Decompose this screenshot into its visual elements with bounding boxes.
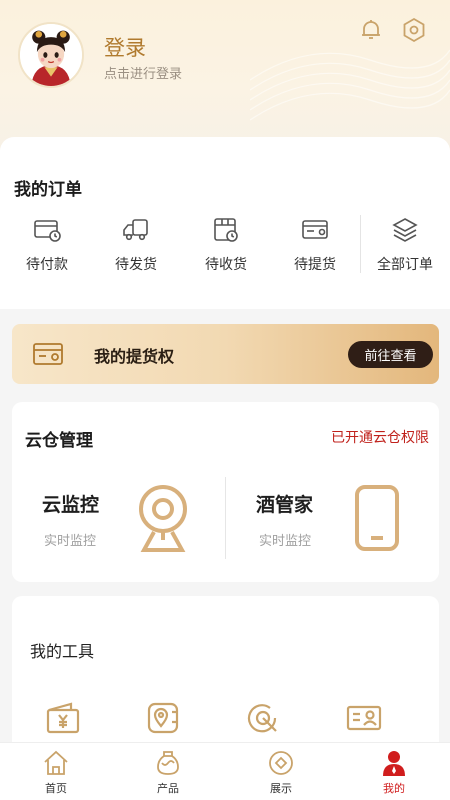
wine-keeper-name[interactable]: 酒管家 xyxy=(256,490,313,517)
cloud-divider xyxy=(225,477,226,559)
id-card-icon[interactable] xyxy=(346,700,382,736)
box-clock-icon xyxy=(214,218,238,242)
wallet-yen-icon[interactable] xyxy=(45,700,81,736)
jar-icon xyxy=(157,751,179,775)
webcam-icon[interactable] xyxy=(136,484,190,554)
login-title[interactable]: 登录 xyxy=(104,32,146,62)
user-icon xyxy=(383,751,405,776)
card-clock-icon xyxy=(34,220,61,242)
order-label: 待提货 xyxy=(294,257,336,273)
order-label: 待发货 xyxy=(115,257,157,273)
home-icon xyxy=(44,750,68,775)
order-pending-payment[interactable]: 待付款 xyxy=(7,215,87,279)
wine-keeper-sub: 实时监控 xyxy=(259,534,312,549)
order-pending-receipt[interactable]: 待收货 xyxy=(186,215,266,279)
phone-icon[interactable] xyxy=(353,484,401,552)
voucher-icon xyxy=(302,220,328,239)
order-pending-shipment[interactable]: 待发货 xyxy=(96,215,176,279)
order-label: 全部订单 xyxy=(377,257,433,273)
layers-icon xyxy=(392,218,418,242)
tab-mine[interactable]: 我的 xyxy=(359,749,429,797)
orders-divider xyxy=(360,215,361,273)
tab-label: 产品 xyxy=(157,782,179,795)
cloud-title: 云仓管理 xyxy=(25,431,93,451)
refresh-circle-icon[interactable] xyxy=(245,700,281,736)
pickup-rights-banner[interactable]: 我的提货权 前往查看 xyxy=(12,324,439,384)
diamond-icon xyxy=(269,751,293,775)
voucher-icon xyxy=(33,343,63,365)
orders-title: 我的订单 xyxy=(14,180,82,200)
tools-title: 我的工具 xyxy=(30,642,95,661)
order-pending-pickup[interactable]: 待提货 xyxy=(275,215,355,279)
order-all[interactable]: 全部订单 xyxy=(365,215,445,279)
cloud-warehouse-card: 云仓管理 已开通云仓权限 云监控 实时监控 酒管家 实时监控 xyxy=(12,402,439,582)
my-tools-card: 我的工具 xyxy=(12,596,439,756)
tab-home[interactable]: 首页 xyxy=(21,749,91,797)
tab-label: 首页 xyxy=(45,782,67,795)
tab-showcase[interactable]: 展示 xyxy=(246,749,316,797)
order-label: 待付款 xyxy=(26,257,68,273)
tab-products[interactable]: 产品 xyxy=(133,749,203,797)
pickup-label: 我的提货权 xyxy=(94,347,175,366)
avatar[interactable] xyxy=(18,22,84,88)
tab-label: 我的 xyxy=(383,782,405,795)
order-label: 待收货 xyxy=(205,257,247,273)
cloud-monitor-name[interactable]: 云监控 xyxy=(42,490,99,517)
bottom-tab-bar: 首页 产品 展示 我的 xyxy=(0,742,450,800)
cloud-status: 已开通云仓权限 xyxy=(331,430,429,446)
settings-icon[interactable] xyxy=(400,16,428,44)
profile-header: 登录 点击进行登录 xyxy=(0,0,450,150)
my-orders-card: 我的订单 待付款 待发货 待收货 待提货 全部订单 xyxy=(0,137,450,309)
bell-icon[interactable] xyxy=(357,16,385,44)
login-subtitle[interactable]: 点击进行登录 xyxy=(104,63,182,82)
view-pickup-button[interactable]: 前往查看 xyxy=(348,341,433,368)
cloud-monitor-sub: 实时监控 xyxy=(44,534,97,549)
tab-label: 展示 xyxy=(270,782,292,795)
location-card-icon[interactable] xyxy=(146,700,182,736)
truck-icon xyxy=(123,219,148,241)
